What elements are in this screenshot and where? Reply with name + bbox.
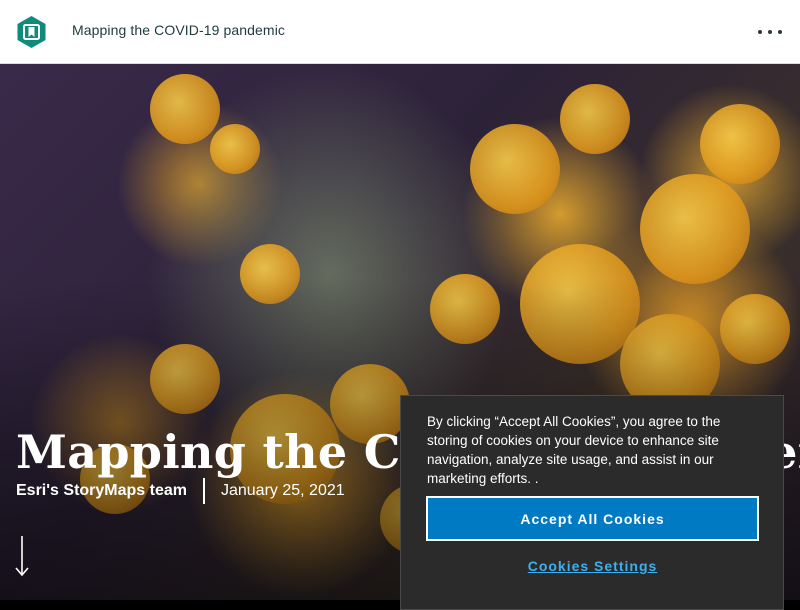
app-title: Mapping the COVID-19 pandemic xyxy=(72,22,286,38)
byline: Esri's StoryMaps team January 25, 2021 xyxy=(16,478,345,504)
publish-date: January 25, 2021 xyxy=(220,482,345,499)
cookie-consent-banner: By clicking “Accept All Cookies”, you ag… xyxy=(400,395,784,610)
arrow-down-icon[interactable] xyxy=(14,534,30,578)
top-bar: Mapping the COVID-19 pandemic xyxy=(0,0,800,64)
cookies-settings-link[interactable]: Cookies Settings xyxy=(426,558,759,574)
dot xyxy=(758,30,762,34)
more-dots-icon[interactable] xyxy=(758,20,782,44)
byline-divider xyxy=(202,478,205,504)
storymaps-logo-icon[interactable] xyxy=(16,15,47,49)
dot xyxy=(768,30,772,34)
dot xyxy=(778,30,782,34)
author-name: Esri's StoryMaps team xyxy=(16,482,187,499)
accept-all-cookies-button[interactable]: Accept All Cookies xyxy=(426,496,759,541)
cookie-consent-text: By clicking “Accept All Cookies”, you ag… xyxy=(427,414,721,486)
